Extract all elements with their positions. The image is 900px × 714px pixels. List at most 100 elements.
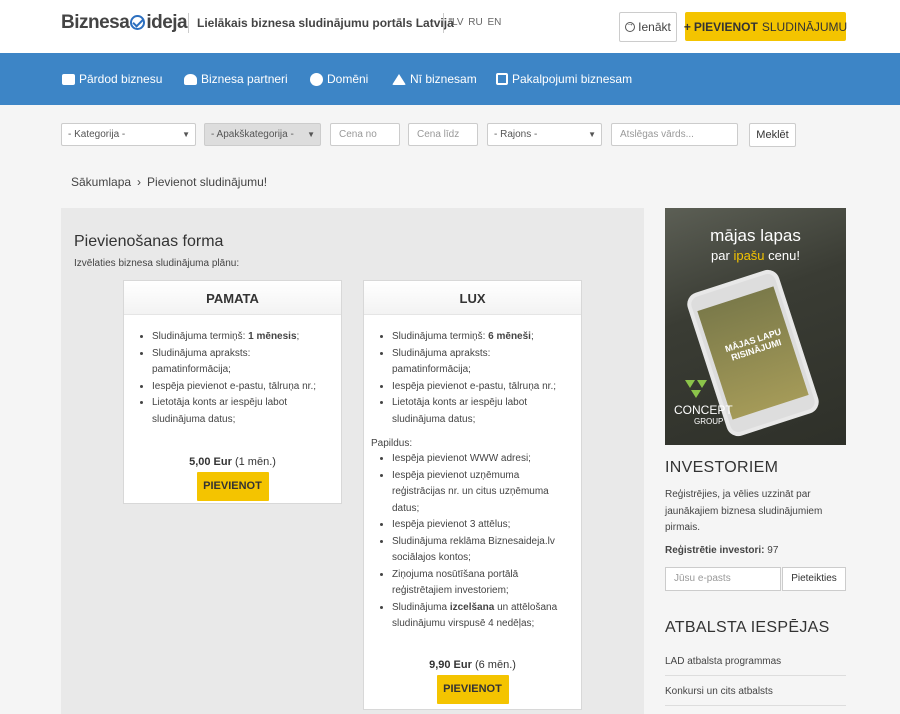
- price-amount: 9,90 Eur: [429, 658, 472, 671]
- plan-name: PAMATA: [124, 281, 341, 315]
- support-heading: ATBALSTA IESPĒJAS: [665, 619, 830, 636]
- add-listing-bold: PIEVIENOT: [693, 19, 758, 34]
- support-link-lad[interactable]: LAD atbalsta programmas: [665, 656, 846, 676]
- login-button[interactable]: Ienākt: [619, 12, 677, 42]
- region-select[interactable]: - Rajons - ▼: [487, 123, 602, 146]
- feature-after: ;: [530, 331, 534, 342]
- nav-label: Nī biznesam: [410, 72, 477, 86]
- nav-item-domains[interactable]: Domēni: [310, 72, 368, 86]
- home-icon: [392, 73, 406, 85]
- add-listing-button[interactable]: + PIEVIENOT SLUDINĀJUMU: [683, 12, 848, 41]
- lang-en[interactable]: EN: [488, 17, 502, 28]
- plan-extra: Sludinājuma izcelšana un attēlošana slud…: [392, 600, 571, 633]
- subscribe-button[interactable]: Pieteikties: [782, 567, 846, 591]
- price-to-input[interactable]: Cena līdz: [408, 123, 478, 146]
- ad-brand-name: CONCEPT: [674, 403, 733, 417]
- dropdown-arrow-icon: ▼: [307, 130, 315, 139]
- breadcrumb-current: Pievienot sludinājumu!: [147, 175, 268, 189]
- users-icon: [184, 73, 197, 85]
- feature-text: Sludinājuma termiņš:: [152, 331, 249, 342]
- plan-feature: Sludinājuma termiņš: 6 mēneši;: [392, 329, 571, 346]
- nav-item-services[interactable]: Pakalpojumi biznesam: [496, 72, 632, 86]
- keyword-input[interactable]: Atslēgas vārds...: [611, 123, 738, 146]
- investors-text: Reģistrējies, ja vēlies uzzināt par jaun…: [665, 489, 823, 533]
- globe-icon: [310, 72, 323, 86]
- add-basic-plan-button[interactable]: PIEVIENOT: [196, 472, 269, 501]
- breadcrumb-home-link[interactable]: Sākumlapa: [71, 175, 131, 189]
- plan-extra: Iespēja pievienot uzņēmuma reģistrācijas…: [392, 468, 571, 518]
- investors-count-value: 97: [767, 545, 779, 556]
- dropdown-arrow-icon: ▼: [182, 130, 190, 139]
- logo-text-right: ideja: [146, 12, 188, 33]
- lang-ru[interactable]: RU: [468, 17, 482, 28]
- dropdown-arrow-icon: ▼: [588, 130, 596, 139]
- plan-feature: Lietotāja konts ar iespēju labot sludinā…: [392, 395, 571, 428]
- price-amount: 5,00 Eur: [189, 456, 232, 468]
- investors-heading: INVESTORIEM: [665, 459, 779, 476]
- extra-bold: izcelšana: [449, 601, 495, 613]
- sign-in-icon: [625, 19, 636, 32]
- category-select[interactable]: - Kategorija - ▼: [61, 123, 196, 146]
- plan-feature: Sludinājuma termiņš: 1 mēnesis;: [152, 329, 331, 346]
- plan-feature: Iespēja pievienot e-pastu, tālruņa nr.;: [392, 379, 571, 396]
- price-period: (1 mēn.): [234, 456, 276, 468]
- add-lux-plan-button[interactable]: PIEVIENOT: [436, 674, 509, 704]
- nav-item-real-estate[interactable]: Nī biznesam: [392, 72, 477, 86]
- main-nav: Pārdod biznesu Biznesa partneri Domēni N…: [0, 53, 900, 105]
- plan-features: Sludinājuma termiņš: 6 mēneši; Sludināju…: [364, 329, 581, 428]
- language-switcher: LV RU EN: [443, 13, 503, 33]
- ad-sub-post: cenu!: [764, 248, 800, 263]
- plan-name: LUX: [364, 281, 581, 315]
- nav-label: Biznesa partneri: [201, 72, 288, 86]
- edit-icon: [496, 73, 508, 85]
- feature-bold: 1 mēnesis: [248, 331, 297, 342]
- ad-sub-pre: par: [711, 248, 734, 263]
- logo-text-left: Biznesa: [61, 12, 130, 33]
- site-tagline: Lielākais biznesa sludinājumu portāls La…: [188, 13, 454, 33]
- nav-label: Pārdod biznesu: [79, 72, 163, 86]
- plan-price: 9,90 Eur (6 mēn.): [364, 659, 581, 671]
- form-title: Pievienošanas forma: [74, 233, 224, 250]
- plan-feature: Sludinājuma apraksts: pamatinformācija;: [152, 346, 331, 379]
- plan-extra: Sludinājuma reklāma Biznesaideja.lv soci…: [392, 534, 571, 567]
- support-link-contests[interactable]: Konkursi un cits atbalsts: [665, 686, 846, 706]
- plus-icon: +: [683, 19, 691, 34]
- briefcase-icon: [62, 73, 75, 85]
- phone-text: MĀJAS LAPU RISINĀJUMI: [723, 326, 783, 363]
- investors-count-label: Reģistrētie investori:: [665, 545, 765, 556]
- breadcrumb: Sākumlapa › Pievienot sludinājumu!: [71, 175, 267, 189]
- nav-item-sell-business[interactable]: Pārdod biznesu: [62, 72, 162, 86]
- email-input[interactable]: Jūsu e-pasts: [665, 567, 781, 591]
- subcategory-value: - Apakškategorija -: [211, 129, 294, 140]
- plan-feature: Lietotāja konts ar iespēju labot sludinā…: [152, 395, 331, 428]
- nav-item-partners[interactable]: Biznesa partneri: [184, 72, 288, 86]
- ad-subtitle: par ipašu cenu!: [665, 248, 846, 263]
- login-label: Ienākt: [638, 20, 671, 34]
- plan-price: 5,00 Eur (1 mēn.): [124, 456, 341, 468]
- investors-count: Reģistrētie investori: 97: [665, 545, 778, 556]
- feature-after: ;: [296, 331, 300, 342]
- ad-sub-accent: ipašu: [733, 248, 765, 263]
- chevron-right-icon: ›: [137, 175, 142, 189]
- plan-extra: Iespēja pievienot WWW adresi;: [392, 451, 571, 468]
- sidebar-ad-banner[interactable]: mājas lapas par ipašu cenu! MĀJAS LAPU R…: [665, 208, 846, 445]
- feature-bold: 6 mēneši: [488, 331, 531, 342]
- plan-extra: Iespēja pievienot 3 attēlus;: [392, 517, 571, 534]
- plan-card-lux: LUX Sludinājuma termiņš: 6 mēneši; Sludi…: [363, 280, 582, 710]
- add-listing-rest: SLUDINĀJUMU: [761, 19, 848, 34]
- search-filter-bar: - Kategorija - ▼ - Apakškategorija - ▼ Cen…: [0, 105, 900, 160]
- category-value: - Kategorija -: [68, 129, 126, 140]
- ad-brand-sub: GROUP: [694, 417, 724, 426]
- search-button[interactable]: Meklēt: [749, 123, 796, 147]
- ad-brand: CONCEPT GROUP: [674, 403, 733, 426]
- site-logo[interactable]: Biznesa ideja: [61, 12, 188, 34]
- region-value: - Rajons -: [494, 129, 538, 140]
- subcategory-select[interactable]: - Apakškategorija - ▼: [204, 123, 321, 146]
- checkmark-icon: [130, 15, 146, 30]
- nav-label: Pakalpojumi biznesam: [512, 72, 633, 86]
- phone-screen: MĀJAS LAPU RISINĀJUMI: [697, 286, 809, 420]
- lang-lv[interactable]: LV: [452, 17, 464, 28]
- site-header: Biznesa ideja Lielākais biznesa sludināju…: [0, 0, 900, 53]
- price-from-input[interactable]: Cena no: [330, 123, 400, 146]
- plan-features: Sludinājuma termiņš: 1 mēnesis; Sludināj…: [124, 329, 341, 428]
